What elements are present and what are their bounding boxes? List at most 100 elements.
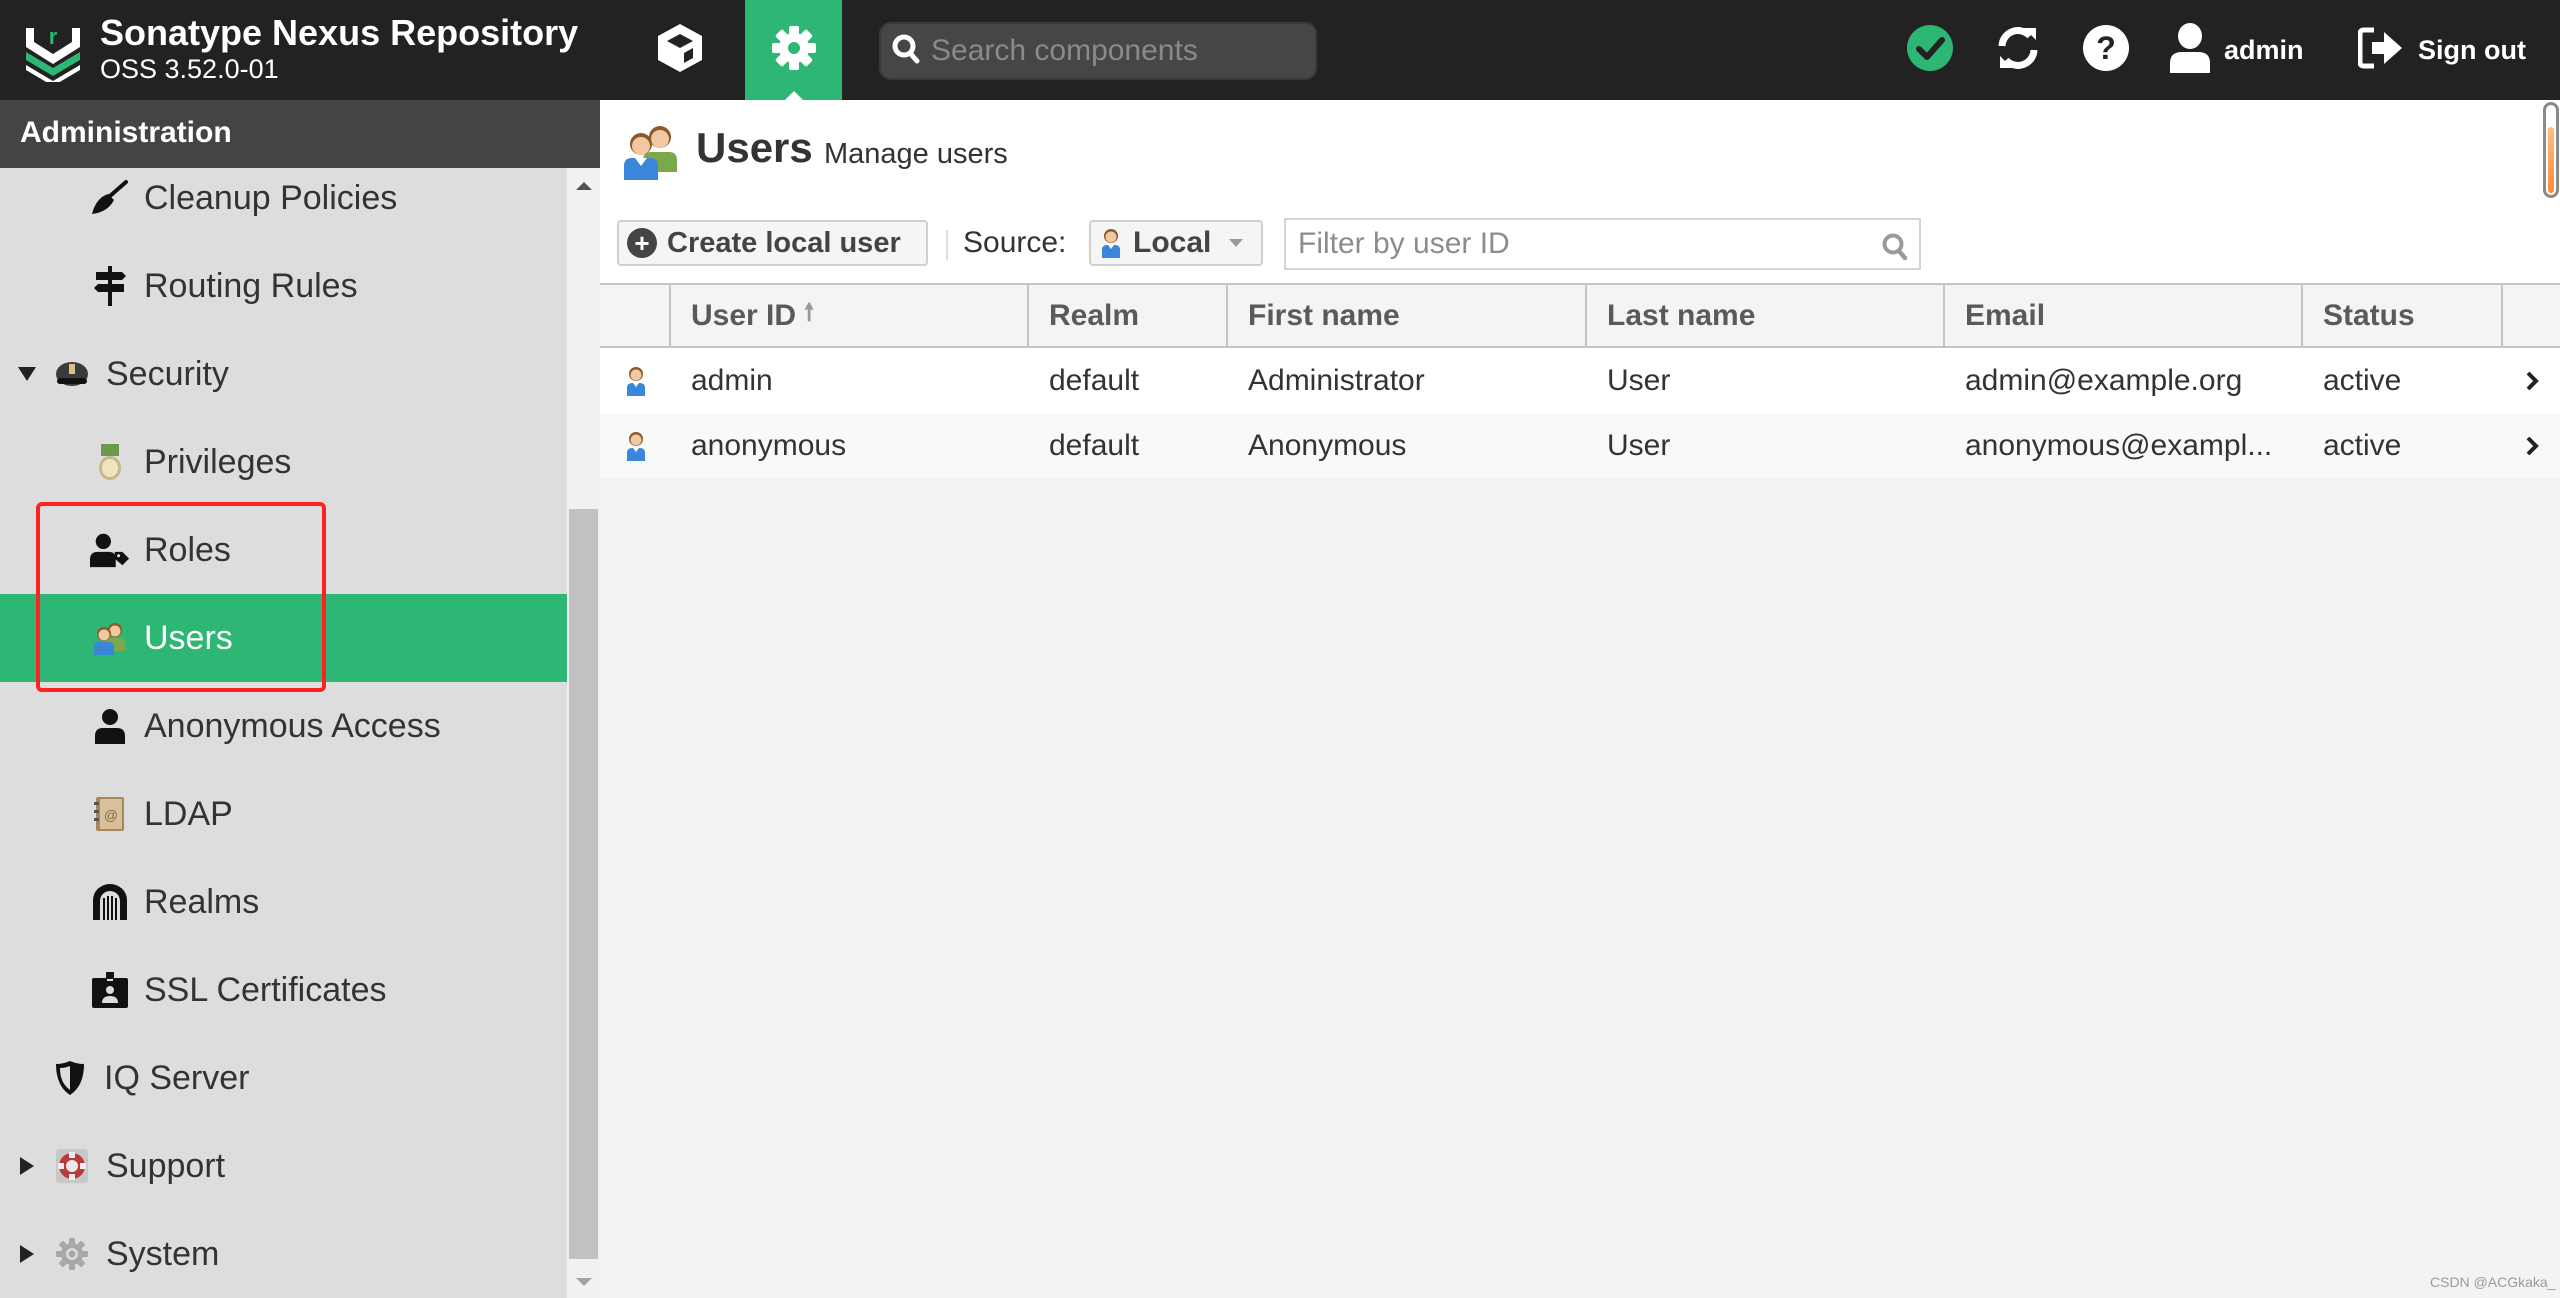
user-menu[interactable]: admin xyxy=(2168,22,2304,78)
column-header-email[interactable]: Email xyxy=(1945,285,2303,346)
cog-icon xyxy=(52,1234,92,1274)
search-components[interactable] xyxy=(879,22,1317,80)
column-header-icon xyxy=(600,285,671,346)
sidebar-scrollbar[interactable] xyxy=(567,168,600,1298)
signpost-icon xyxy=(90,266,130,306)
nexus-logo-icon[interactable]: r xyxy=(24,22,82,86)
sidebar-item-privileges[interactable]: Privileges xyxy=(0,418,567,506)
user-icon xyxy=(90,706,130,746)
cell-last-name: User xyxy=(1607,428,1671,462)
table-row[interactable]: anonymous default Anonymous User anonymo… xyxy=(600,413,2560,478)
cell-realm: default xyxy=(1049,363,1140,397)
sidebar-item-ldap[interactable]: @ LDAP xyxy=(0,770,567,858)
sidebar-item-iq-server[interactable]: IQ Server xyxy=(0,1034,567,1122)
sidebar-item-support[interactable]: Support xyxy=(0,1122,567,1210)
page-title: Users xyxy=(696,124,813,171)
cell-email: admin@example.org xyxy=(1965,363,2243,397)
page-scrollbar[interactable] xyxy=(2543,102,2559,198)
chevron-down-icon[interactable] xyxy=(16,367,38,381)
svg-text:?: ? xyxy=(2096,30,2116,66)
refresh-icon xyxy=(1994,24,2042,77)
broom-icon xyxy=(90,178,130,218)
user-icon xyxy=(2168,22,2212,78)
scroll-down-arrow-icon[interactable] xyxy=(576,1278,592,1286)
main-panel: Users Manage users + Create local user S… xyxy=(600,100,2560,1298)
search-icon[interactable] xyxy=(1881,232,1909,267)
cube-icon xyxy=(655,22,705,79)
cell-first-name: Administrator xyxy=(1248,363,1425,397)
sidebar-item-realms[interactable]: Realms xyxy=(0,858,567,946)
cell-realm: default xyxy=(1049,428,1140,462)
filter-field[interactable] xyxy=(1284,218,1921,270)
svg-text:@: @ xyxy=(104,807,118,823)
sidebar-item-routing-rules[interactable]: Routing Rules xyxy=(0,242,567,330)
cell-user-id: admin xyxy=(691,363,773,397)
chevron-right-icon[interactable] xyxy=(16,1157,38,1175)
browse-button[interactable] xyxy=(640,0,720,100)
sort-ascending-icon: 🠕 xyxy=(804,299,815,326)
search-icon xyxy=(891,33,921,70)
cell-first-name: Anonymous xyxy=(1248,428,1407,462)
sign-out-label: Sign out xyxy=(2418,34,2526,65)
help-button[interactable]: ? xyxy=(2080,24,2132,76)
sidebar-item-ssl-certificates[interactable]: SSL Certificates xyxy=(0,946,567,1034)
brand-title: Sonatype Nexus Repository xyxy=(100,12,579,53)
refresh-button[interactable] xyxy=(1992,24,2044,76)
table-row[interactable]: admin default Administrator User admin@e… xyxy=(600,348,2560,413)
users-icon xyxy=(622,122,680,180)
cell-last-name: User xyxy=(1607,363,1671,397)
chevron-right-icon[interactable] xyxy=(16,1245,38,1263)
sidebar-item-security[interactable]: Security xyxy=(0,330,567,418)
source-dropdown[interactable]: Local xyxy=(1089,220,1263,266)
scrollbar-thumb[interactable] xyxy=(569,509,598,1259)
search-input[interactable] xyxy=(931,34,1311,68)
sidebar-header: Administration xyxy=(0,100,600,168)
column-header-realm[interactable]: Realm xyxy=(1029,285,1228,346)
brand-version: OSS 3.52.0-01 xyxy=(100,54,279,84)
watermark: CSDN @ACGkaka_ xyxy=(2430,1274,2556,1290)
sidebar-title: Administration xyxy=(20,116,232,149)
page-subtitle: Manage users xyxy=(824,138,1008,170)
source-label: Source: xyxy=(963,226,1067,259)
svg-text:r: r xyxy=(49,24,58,49)
scrollbar-thumb[interactable] xyxy=(2548,127,2554,193)
sidebar-item-cleanup-policies[interactable]: Cleanup Policies xyxy=(0,168,567,242)
page-header: Users Manage users xyxy=(600,100,2560,210)
grid-header-row: User ID 🠕 Realm First name Last name Ema… xyxy=(600,283,2560,348)
toolbar-separator xyxy=(946,230,948,260)
filter-input[interactable] xyxy=(1298,227,1858,261)
dropdown-arrow-icon xyxy=(1229,239,1244,247)
sign-out-button[interactable]: Sign out xyxy=(2357,24,2526,76)
shield-icon xyxy=(50,1058,90,1098)
active-caret xyxy=(784,91,803,100)
plus-circle-icon: + xyxy=(627,228,657,258)
column-header-user-id[interactable]: User ID 🠕 xyxy=(671,285,1029,346)
chevron-right-icon[interactable] xyxy=(2503,413,2560,478)
cell-email: anonymous@exampl... xyxy=(1965,428,2273,462)
user-row-icon xyxy=(600,348,671,413)
column-header-last-name[interactable]: Last name xyxy=(1587,285,1945,346)
cell-user-id: anonymous xyxy=(691,428,847,462)
highlight-annotation-box xyxy=(36,502,326,692)
cell-status: active xyxy=(2323,428,2402,462)
system-status-button[interactable] xyxy=(1904,24,1956,76)
check-circle-icon xyxy=(1906,24,1954,77)
help-icon: ? xyxy=(2082,24,2130,77)
administration-button[interactable] xyxy=(745,0,842,100)
gate-icon xyxy=(90,882,130,922)
address-book-icon: @ xyxy=(90,794,130,834)
column-header-action xyxy=(2503,285,2560,346)
toolbar: + Create local user Source: Local xyxy=(600,210,2560,283)
scroll-up-arrow-icon[interactable] xyxy=(576,182,592,190)
create-local-user-button[interactable]: + Create local user xyxy=(617,220,928,266)
id-badge-icon xyxy=(90,970,130,1010)
sidebar-item-anonymous-access[interactable]: Anonymous Access xyxy=(0,682,567,770)
user-name: admin xyxy=(2224,34,2304,65)
medal-icon xyxy=(90,442,130,482)
sidebar-item-system[interactable]: System xyxy=(0,1210,567,1298)
sidebar: Cleanup Policies Routing Rules Security xyxy=(0,168,567,1298)
chevron-right-icon[interactable] xyxy=(2503,348,2560,413)
column-header-first-name[interactable]: First name xyxy=(1228,285,1587,346)
column-header-status[interactable]: Status xyxy=(2303,285,2503,346)
police-cap-icon xyxy=(52,354,92,394)
